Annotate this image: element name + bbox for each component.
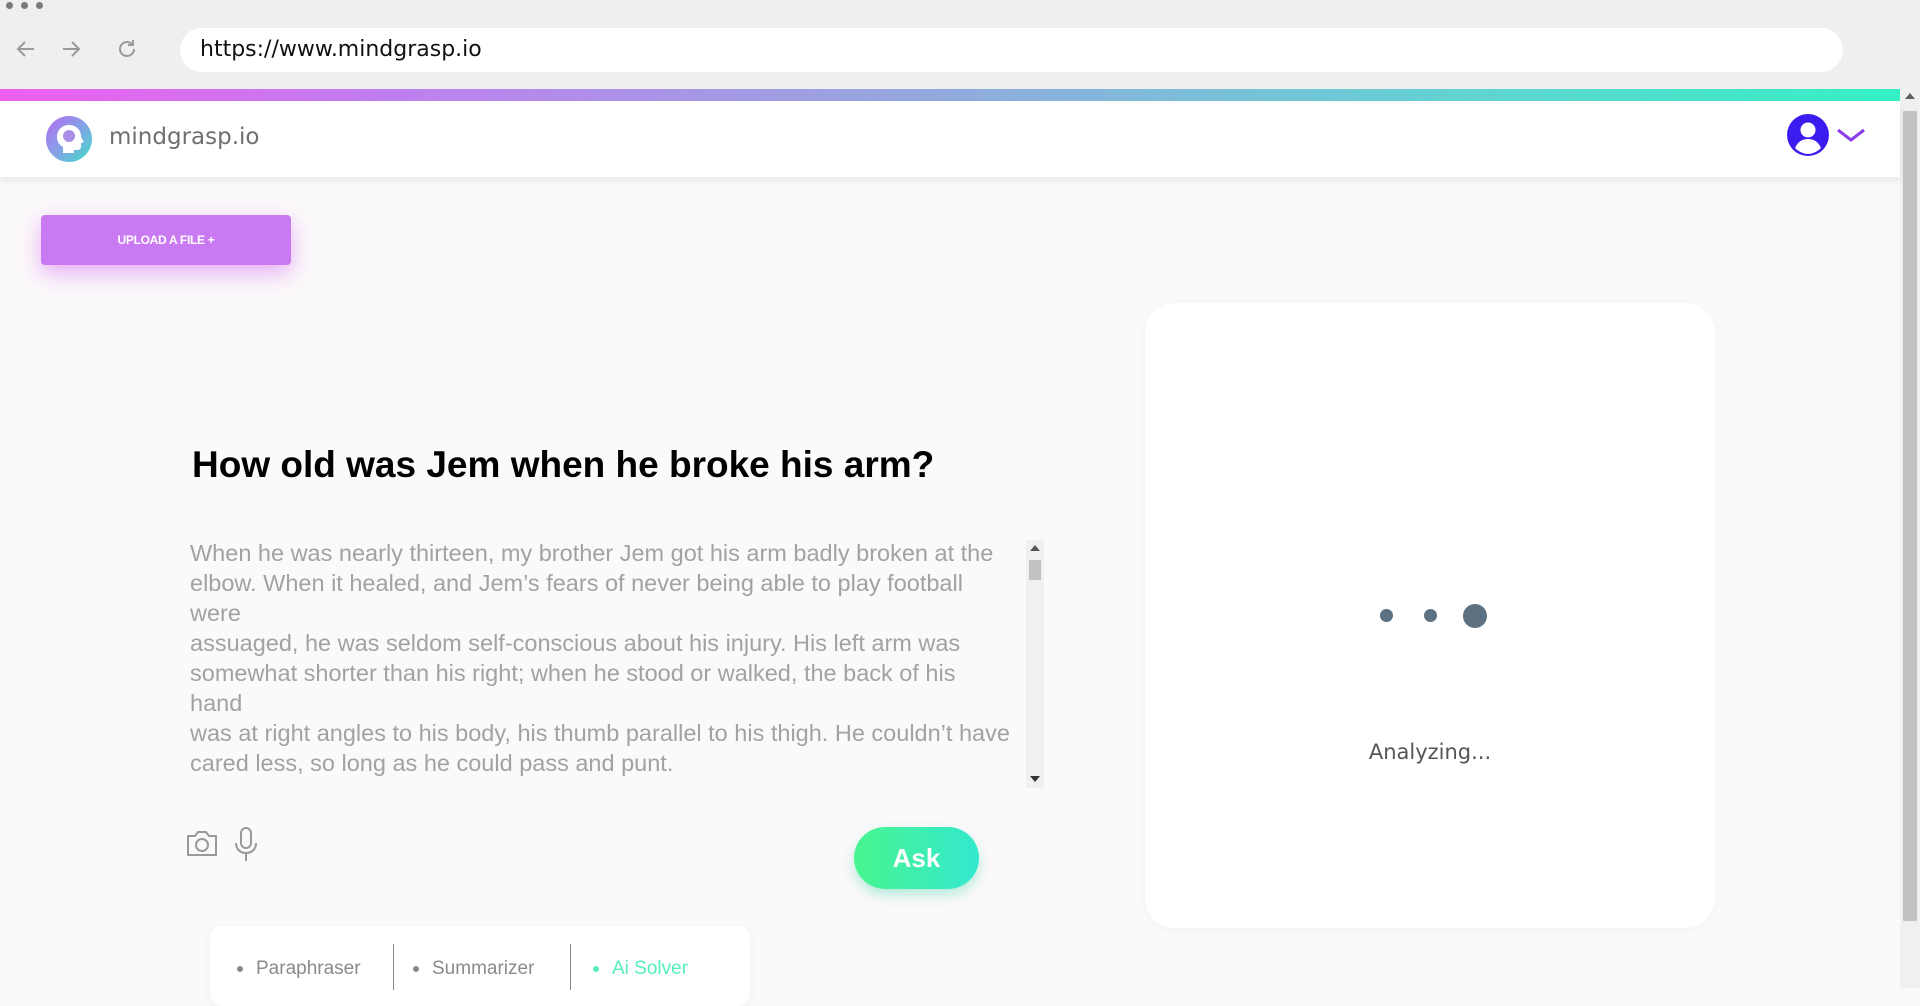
bullet-icon [237, 966, 243, 972]
status-text: Analyzing... [1368, 740, 1492, 764]
tab-paraphraser[interactable]: Paraphraser [237, 958, 361, 980]
window-dots [6, 2, 43, 9]
question-title: How old was Jem when he broke his arm? [192, 444, 935, 485]
forward-icon[interactable] [56, 34, 86, 64]
bullet-icon [413, 966, 419, 972]
result-panel: Analyzing... [1145, 303, 1715, 928]
loading-dot [1380, 609, 1393, 622]
reload-icon[interactable] [112, 34, 142, 64]
ask-button[interactable]: Ask [854, 827, 979, 889]
back-icon[interactable] [11, 34, 41, 64]
scroll-up-icon[interactable] [1030, 545, 1040, 551]
user-avatar-icon[interactable] [1786, 113, 1830, 157]
app-header: mindgrasp.io [0, 101, 1900, 177]
loading-dot [1424, 609, 1437, 622]
passage-text: When he was nearly thirteen, my brother … [190, 540, 1010, 776]
camera-icon[interactable] [185, 828, 219, 863]
tab-label: Paraphraser [256, 958, 361, 979]
browser-chrome [0, 0, 1920, 89]
tab-ai-solver[interactable]: Ai Solver [593, 958, 688, 980]
tab-divider [393, 944, 394, 990]
scrollbar-thumb[interactable] [1903, 111, 1917, 921]
page-scrollbar[interactable] [1900, 89, 1920, 988]
brand-name[interactable]: mindgrasp.io [109, 124, 259, 150]
upload-file-button[interactable]: UPLOAD A FILE + [41, 215, 291, 265]
chevron-down-icon[interactable] [1836, 127, 1866, 148]
tab-divider [570, 944, 571, 990]
passage-textarea[interactable]: When he was nearly thirteen, my brother … [190, 538, 1046, 790]
tab-label: Ai Solver [612, 958, 689, 979]
top-gradient-bar [0, 89, 1900, 101]
passage-scrollbar-thumb[interactable] [1029, 560, 1041, 580]
microphone-icon[interactable] [232, 826, 260, 869]
scroll-down-icon[interactable] [1030, 776, 1040, 782]
tab-label: Summarizer [432, 958, 535, 979]
tab-summarizer[interactable]: Summarizer [413, 958, 534, 980]
scroll-up-icon[interactable] [1905, 93, 1915, 99]
address-bar[interactable] [180, 28, 1843, 72]
bullet-icon [593, 966, 599, 972]
brain-logo-icon[interactable] [46, 116, 92, 162]
passage-scrollbar[interactable] [1026, 540, 1044, 788]
tool-tabs: Paraphraser Summarizer Ai Solver [210, 926, 750, 1006]
loading-dot [1463, 604, 1487, 628]
